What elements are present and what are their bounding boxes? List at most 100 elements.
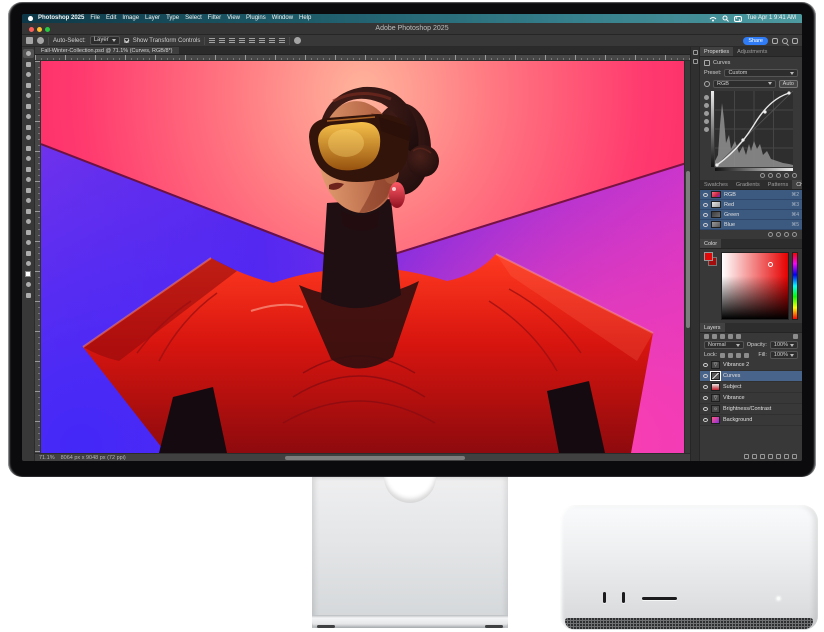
channel-row-rgb[interactable]: RGB ⌘2	[700, 190, 802, 200]
preset-dropdown[interactable]: Custom	[724, 69, 798, 77]
align-middle-icon[interactable]	[249, 38, 255, 44]
smooth-icon[interactable]	[704, 111, 709, 116]
vertical-scrollbar[interactable]	[684, 61, 690, 453]
visibility-eye-icon[interactable]	[703, 213, 708, 217]
tool-shape[interactable]	[23, 238, 34, 247]
tab-properties[interactable]: Properties	[700, 47, 733, 56]
filter-type-icon[interactable]	[728, 334, 733, 339]
collapse-panels-icon[interactable]	[693, 50, 698, 55]
visibility-icon[interactable]	[784, 173, 789, 178]
tool-eraser[interactable]	[23, 165, 34, 174]
new-group-icon[interactable]	[776, 454, 781, 459]
visibility-eye-icon[interactable]	[703, 223, 708, 227]
tab-patterns[interactable]: Patterns	[764, 180, 792, 189]
align-right-icon[interactable]	[229, 38, 235, 44]
align-left-icon[interactable]	[209, 38, 215, 44]
black-point-eyedropper-icon[interactable]	[704, 119, 709, 124]
zoom-window-button[interactable]	[45, 27, 50, 32]
tool-brush[interactable]	[23, 133, 34, 142]
tool-eyedropper[interactable]	[23, 112, 34, 121]
layer-thumbnail[interactable]	[711, 383, 720, 391]
menu-help[interactable]: Help	[299, 14, 311, 23]
visibility-eye-icon[interactable]	[703, 363, 708, 367]
menu-filter[interactable]: Filter	[208, 14, 221, 23]
tool-hand[interactable]	[23, 249, 34, 258]
align-bottom-icon[interactable]	[259, 38, 265, 44]
tool-zoom[interactable]	[23, 259, 34, 268]
color-picker-ring[interactable]	[768, 262, 773, 267]
tool-clone-stamp[interactable]	[23, 144, 34, 153]
visibility-eye-icon[interactable]	[703, 374, 708, 378]
control-center-icon[interactable]	[734, 16, 742, 22]
tool-healing[interactable]	[23, 123, 34, 132]
adjustment-layer-icon[interactable]	[768, 454, 773, 459]
tool-blur[interactable]	[23, 186, 34, 195]
close-window-button[interactable]	[29, 27, 34, 32]
menu-plugins[interactable]: Plugins	[246, 14, 266, 23]
visibility-eye-icon[interactable]	[703, 396, 708, 400]
screen-mode-icon[interactable]	[23, 291, 34, 300]
blend-mode-dropdown[interactable]: Normal	[704, 341, 744, 349]
document-tab[interactable]: Fall-Winter-Collection.psd @ 71.1% (Curv…	[35, 47, 179, 54]
tool-type[interactable]	[23, 217, 34, 226]
adjustment-layer-thumbnail[interactable]	[711, 394, 720, 402]
filter-lock-icon[interactable]	[793, 334, 798, 339]
clip-to-layer-icon[interactable]	[760, 173, 765, 178]
filter-image-icon[interactable]	[712, 334, 717, 339]
auto-button[interactable]: Auto	[779, 80, 798, 88]
tool-path-select[interactable]	[23, 228, 34, 237]
channel-dropdown[interactable]: RGB	[713, 80, 776, 88]
curve-editor[interactable]	[700, 89, 802, 172]
align-top-icon[interactable]	[239, 38, 245, 44]
view-previous-state-icon[interactable]	[768, 173, 773, 178]
tool-pen[interactable]	[23, 207, 34, 216]
channel-row-red[interactable]: Red ⌘3	[700, 200, 802, 210]
spotlight-search-icon[interactable]	[722, 15, 729, 22]
tab-adjustments[interactable]: Adjustments	[733, 47, 771, 56]
auto-select-dropdown[interactable]: Layer	[90, 36, 120, 45]
visibility-eye-icon[interactable]	[703, 418, 708, 422]
delete-layer-icon[interactable]	[792, 454, 797, 459]
align-center-icon[interactable]	[219, 38, 225, 44]
adjustment-layer-thumbnail[interactable]	[711, 405, 720, 413]
comments-icon[interactable]	[693, 59, 698, 64]
tab-channels[interactable]: Channels	[792, 180, 802, 189]
visibility-eye-icon[interactable]	[703, 203, 708, 207]
layer-row-background[interactable]: Background	[700, 415, 802, 426]
minimize-window-button[interactable]	[37, 27, 42, 32]
vertical-scrollbar-thumb[interactable]	[686, 171, 690, 328]
filter-kind-icon[interactable]	[704, 334, 709, 339]
layer-row-vibrance[interactable]: Vibrance	[700, 393, 802, 404]
menu-file[interactable]: File	[90, 14, 100, 23]
menu-type[interactable]: Type	[166, 14, 179, 23]
apple-logo-icon[interactable]	[28, 16, 33, 21]
edit-points-icon[interactable]	[704, 95, 709, 100]
canvas[interactable]	[41, 61, 684, 453]
visibility-eye-icon[interactable]	[703, 385, 708, 389]
tool-history-brush[interactable]	[23, 154, 34, 163]
tab-swatches[interactable]: Swatches	[700, 180, 732, 189]
new-layer-icon[interactable]	[784, 454, 789, 459]
zoom-level[interactable]: 71.1%	[39, 455, 55, 461]
filter-shape-icon[interactable]	[736, 334, 741, 339]
layer-row-curves[interactable]: Curves	[700, 371, 802, 382]
curves-layer-thumbnail[interactable]	[711, 372, 720, 380]
foreground-color-swatch[interactable]	[704, 252, 713, 261]
tool-object-select[interactable]	[23, 81, 34, 90]
menu-edit[interactable]: Edit	[106, 14, 116, 23]
targeted-adjustment-icon[interactable]	[704, 81, 710, 87]
tool-gradient[interactable]	[23, 175, 34, 184]
reset-icon[interactable]	[776, 173, 781, 178]
lock-transparency-icon[interactable]	[720, 353, 725, 358]
workspace-switcher-icon[interactable]	[792, 38, 798, 44]
delete-channel-icon[interactable]	[792, 232, 797, 237]
tab-color[interactable]: Color	[700, 239, 721, 248]
adjustment-layer-thumbnail[interactable]	[711, 361, 720, 369]
lock-position-icon[interactable]	[736, 353, 741, 358]
horizontal-scrollbar-thumb[interactable]	[285, 456, 465, 460]
saturation-brightness-field[interactable]	[721, 252, 789, 320]
visibility-eye-icon[interactable]	[703, 193, 708, 197]
fill-dropdown[interactable]: 100%	[770, 351, 798, 359]
move-tool-icon[interactable]	[37, 37, 44, 44]
visibility-eye-icon[interactable]	[703, 407, 708, 411]
